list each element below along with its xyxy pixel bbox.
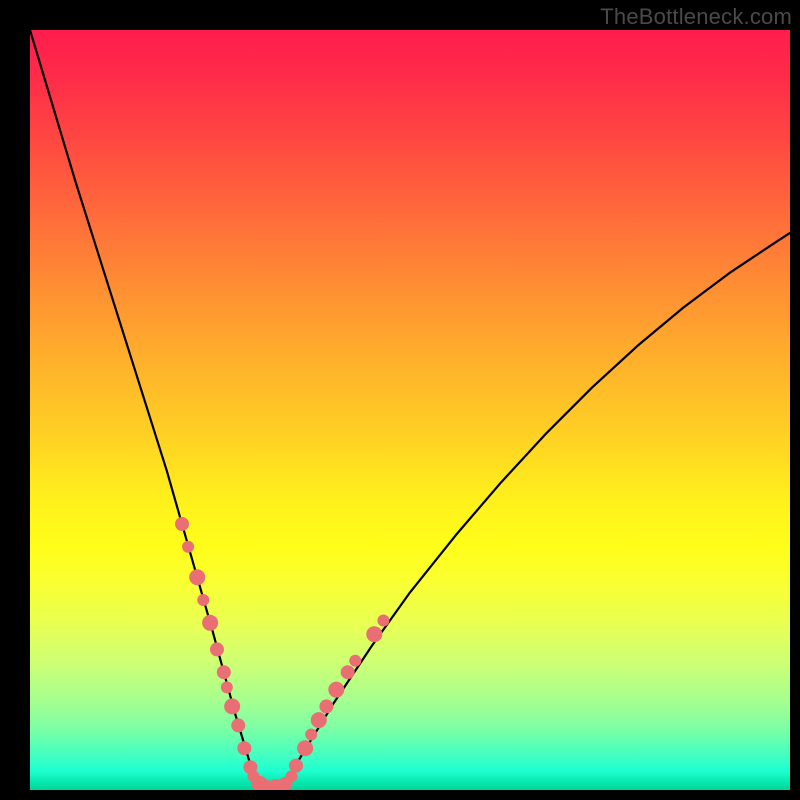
sample-point <box>297 740 313 756</box>
sample-point <box>237 741 251 755</box>
sample-point <box>197 594 209 606</box>
sample-point <box>311 712 327 728</box>
sample-point <box>202 615 218 631</box>
chart-frame: TheBottleneck.com <box>0 0 800 800</box>
sample-point <box>341 665 355 679</box>
sample-point <box>305 729 317 741</box>
sample-point <box>217 665 231 679</box>
plot-area <box>30 30 790 790</box>
bottleneck-curve-path <box>30 30 790 790</box>
watermark-text: TheBottleneck.com <box>600 4 792 30</box>
sample-point <box>319 699 333 713</box>
bottleneck-chart <box>30 30 790 790</box>
sample-point <box>175 517 189 531</box>
sample-point <box>349 655 361 667</box>
sample-point <box>210 642 224 656</box>
sample-point <box>221 681 233 693</box>
sample-point <box>366 626 382 642</box>
sample-point <box>182 541 194 553</box>
sample-point <box>231 718 245 732</box>
sample-point <box>377 615 389 627</box>
sample-point <box>224 698 240 714</box>
sample-point <box>189 569 205 585</box>
sample-point <box>328 682 344 698</box>
sample-point <box>289 759 303 773</box>
